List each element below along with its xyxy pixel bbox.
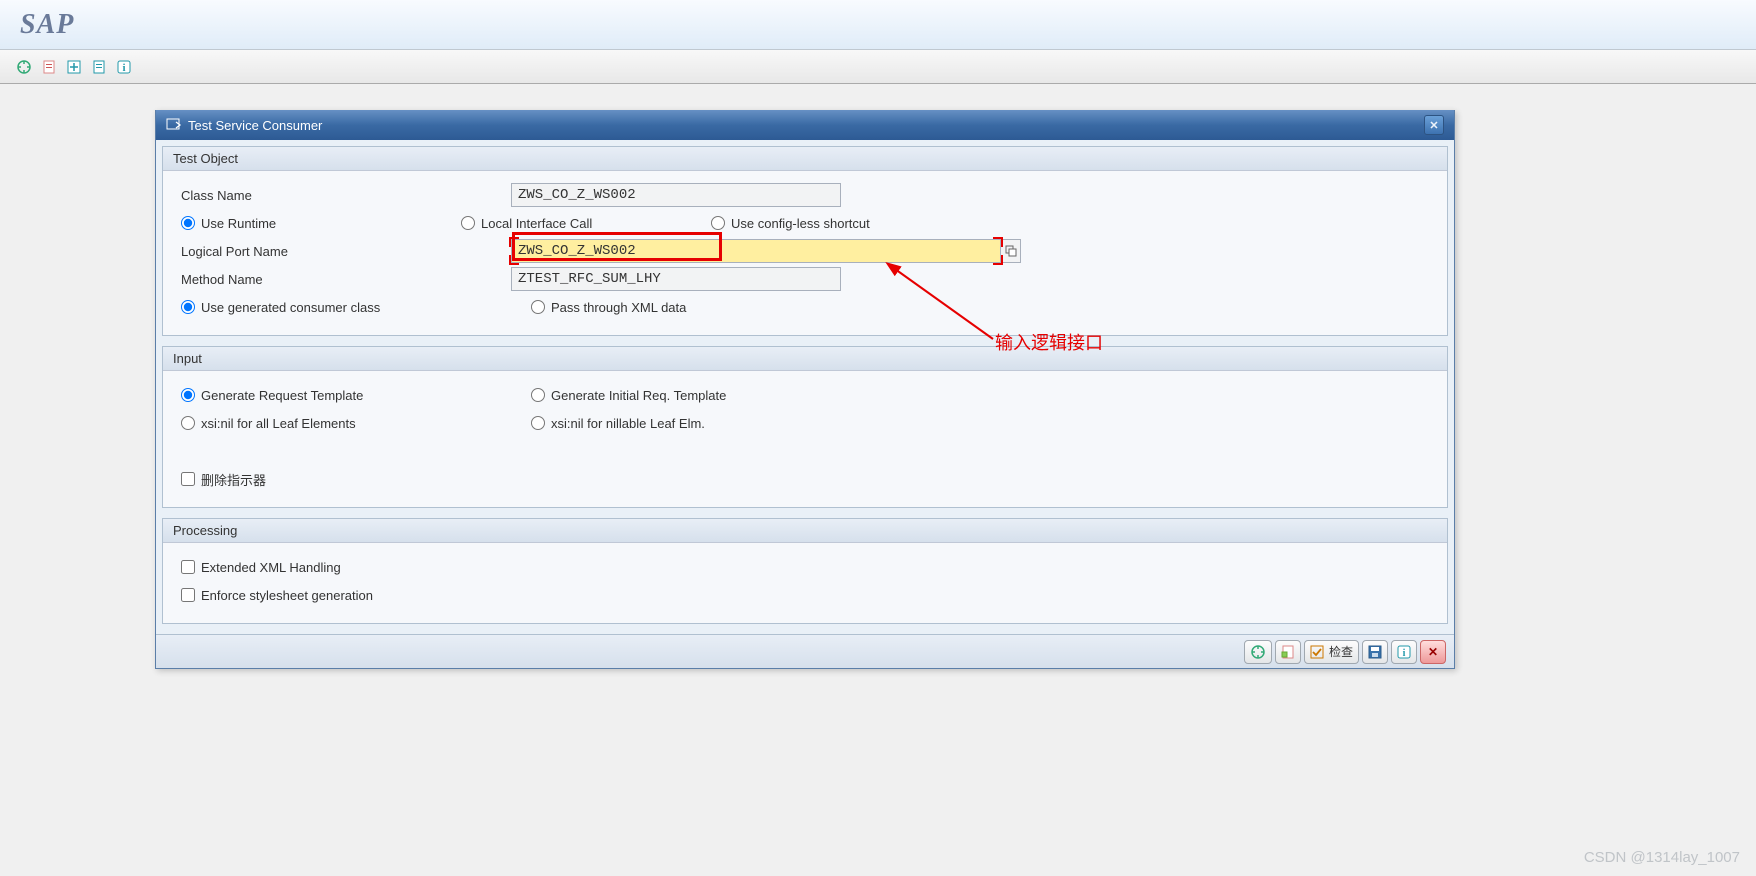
dialog-title: Test Service Consumer [188,118,1424,133]
radio-xsi-nillable-input[interactable] [531,416,545,430]
variant-button[interactable] [1275,640,1301,664]
radio-gen-init-input[interactable] [531,388,545,402]
radio-pass-through-xml[interactable]: Pass through XML data [531,300,686,315]
main-toolbar: i [0,50,1756,84]
group-header-input: Input [163,347,1447,371]
dialog-icon [166,118,182,132]
check-button-label: 检查 [1329,643,1353,660]
radio-generate-request-template[interactable]: Generate Request Template [181,388,363,403]
watermark: CSDN @1314lay_1007 [1584,849,1740,866]
radio-configless-input[interactable] [711,216,725,230]
logical-port-label: Logical Port Name [181,244,288,259]
document-icon[interactable] [87,55,111,79]
save-button[interactable] [1362,640,1388,664]
test-service-consumer-dialog: Test Service Consumer ✕ Test Object Clas… [155,110,1455,669]
group-test-object: Test Object Class Name Use Runtime Local… [162,146,1448,336]
radio-xsinil-all-leaf[interactable]: xsi:nil for all Leaf Elements [181,416,356,431]
group-header-processing: Processing [163,519,1447,543]
radio-use-runtime-input[interactable] [181,216,195,230]
checkbox-enforce-xsl-input[interactable] [181,588,195,602]
radio-local-interface-call[interactable]: Local Interface Call [461,216,711,231]
execute-button[interactable] [1244,640,1272,664]
info-button[interactable]: i [1391,640,1417,664]
class-name-field[interactable] [511,183,841,207]
check-button[interactable]: 检查 [1304,640,1359,664]
close-button[interactable]: ✕ [1424,115,1444,135]
cancel-button[interactable]: ✕ [1420,640,1446,664]
save-icon [1368,645,1382,659]
execute-icon[interactable] [12,55,36,79]
group-processing: Processing Extended XML Handling Enforce… [162,518,1448,624]
sap-logo: SAP [20,9,74,41]
dialog-footer: 检查 i ✕ [156,634,1454,668]
radio-xsi-all-input[interactable] [181,416,195,430]
group-header-test-object: Test Object [163,147,1447,171]
radio-gen-req-input[interactable] [181,388,195,402]
method-name-label: Method Name [181,272,263,287]
info-icon[interactable]: i [112,55,136,79]
method-name-field[interactable] [511,267,841,291]
radio-local-interface-input[interactable] [461,216,475,230]
radio-use-runtime[interactable]: Use Runtime [181,216,276,231]
checkbox-delete-indicator[interactable]: 删除指示器 [181,470,266,489]
group-input: Input Generate Request Template Generate… [162,346,1448,508]
svg-text:i: i [122,62,125,74]
dialog-titlebar: Test Service Consumer ✕ [156,110,1454,140]
radio-xsinil-nillable-leaf[interactable]: xsi:nil for nillable Leaf Elm. [531,416,705,431]
dialog-body: Test Object Class Name Use Runtime Local… [156,140,1454,634]
app-header: SAP [0,0,1756,50]
checkbox-enforce-stylesheet[interactable]: Enforce stylesheet generation [181,588,373,603]
display-all-icon[interactable] [62,55,86,79]
variant-icon[interactable] [37,55,61,79]
value-help-button[interactable] [1001,239,1021,263]
check-icon [1310,645,1324,659]
radio-use-generated-consumer[interactable]: Use generated consumer class [181,300,380,315]
svg-text:i: i [1403,648,1406,659]
checkbox-ext-xml-input[interactable] [181,560,195,574]
radio-generate-initial-req-template[interactable]: Generate Initial Req. Template [531,388,726,403]
logical-port-field[interactable] [511,239,1001,263]
checkbox-extended-xml-handling[interactable]: Extended XML Handling [181,560,341,575]
checkbox-delete-indicator-input[interactable] [181,472,195,486]
class-name-label: Class Name [181,188,252,203]
radio-pass-through-input[interactable] [531,300,545,314]
radio-use-generated-input[interactable] [181,300,195,314]
radio-configless-shortcut[interactable]: Use config-less shortcut [711,216,870,231]
info-icon: i [1397,645,1411,659]
